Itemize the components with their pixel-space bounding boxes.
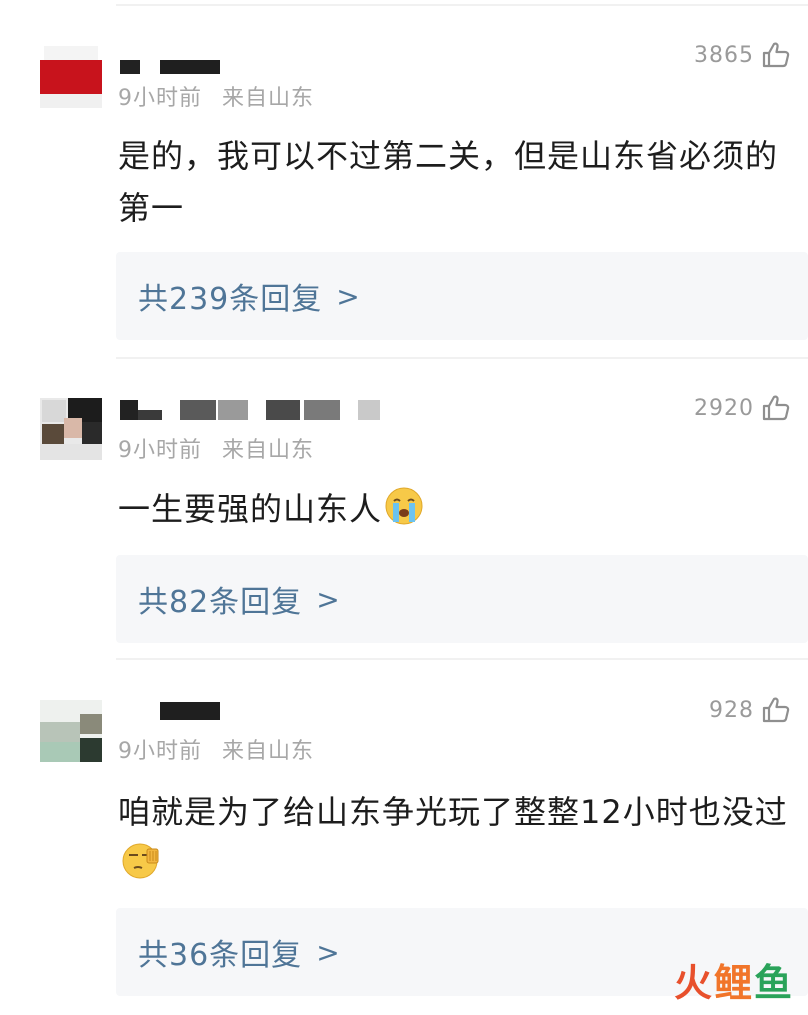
comment-list-page: 9小时前 来自山东 3865 是的，我可以不过第二关，但是山东省必须的第一 共23…: [0, 0, 808, 1015]
salute-face-icon: [122, 843, 159, 879]
reply-count-label: 共239条回复: [138, 282, 323, 317]
comment-location: 来自山东: [222, 739, 315, 764]
like-button[interactable]: 3865: [694, 42, 790, 68]
reply-count-label: 共36条回复: [138, 938, 303, 973]
divider: [116, 357, 808, 359]
divider: [116, 4, 808, 6]
watermark-part: 火: [673, 961, 714, 1005]
comment-time: 9小时前: [118, 438, 202, 463]
comment-location: 来自山东: [222, 86, 315, 111]
avatar[interactable]: [40, 398, 102, 460]
thumbs-up-icon: [762, 42, 790, 68]
like-button[interactable]: 2920: [694, 395, 790, 421]
like-count: 928: [709, 697, 754, 723]
like-count: 3865: [694, 42, 754, 68]
thumbs-up-icon: [762, 395, 790, 421]
thumbs-up-icon: [762, 697, 790, 723]
reply-count-label: 共82条回复: [138, 585, 303, 620]
comment-meta: 9小时前 来自山东: [118, 432, 314, 464]
avatar[interactable]: [40, 700, 102, 762]
chevron-right-icon: >: [316, 582, 340, 616]
like-count: 2920: [694, 395, 754, 421]
chevron-right-icon: >: [336, 279, 360, 313]
divider: [116, 658, 808, 660]
comment-text: 咱就是为了给山东争光玩了整整12小时也没过: [118, 793, 788, 831]
comment-time: 9小时前: [118, 86, 202, 111]
comment-meta: 9小时前 来自山东: [118, 733, 314, 765]
comment-meta: 9小时前 来自山东: [118, 80, 314, 112]
crying-face-icon: [385, 487, 423, 525]
chevron-right-icon: >: [316, 935, 340, 969]
watermark-logo: 火鲤鱼: [674, 952, 794, 1007]
comment-text-line: 咱就是为了给山东争光玩了整整12小时也没过: [118, 786, 790, 890]
comment-text: 是的，我可以不过第二关，但是山东省必须的第一: [118, 137, 779, 227]
comment-text: 一生要强的山东人: [118, 490, 383, 528]
view-replies-button[interactable]: 共239条回复 >: [116, 252, 808, 340]
watermark-part: 鱼: [753, 961, 794, 1005]
comment-location: 来自山东: [222, 438, 315, 463]
watermark-part: 鲤: [713, 961, 754, 1005]
view-replies-button[interactable]: 共82条回复 >: [116, 555, 808, 643]
comment-time: 9小时前: [118, 739, 202, 764]
like-button[interactable]: 928: [709, 697, 790, 723]
comment-text-line: 一生要强的山东人: [118, 483, 790, 535]
avatar[interactable]: [40, 46, 102, 108]
